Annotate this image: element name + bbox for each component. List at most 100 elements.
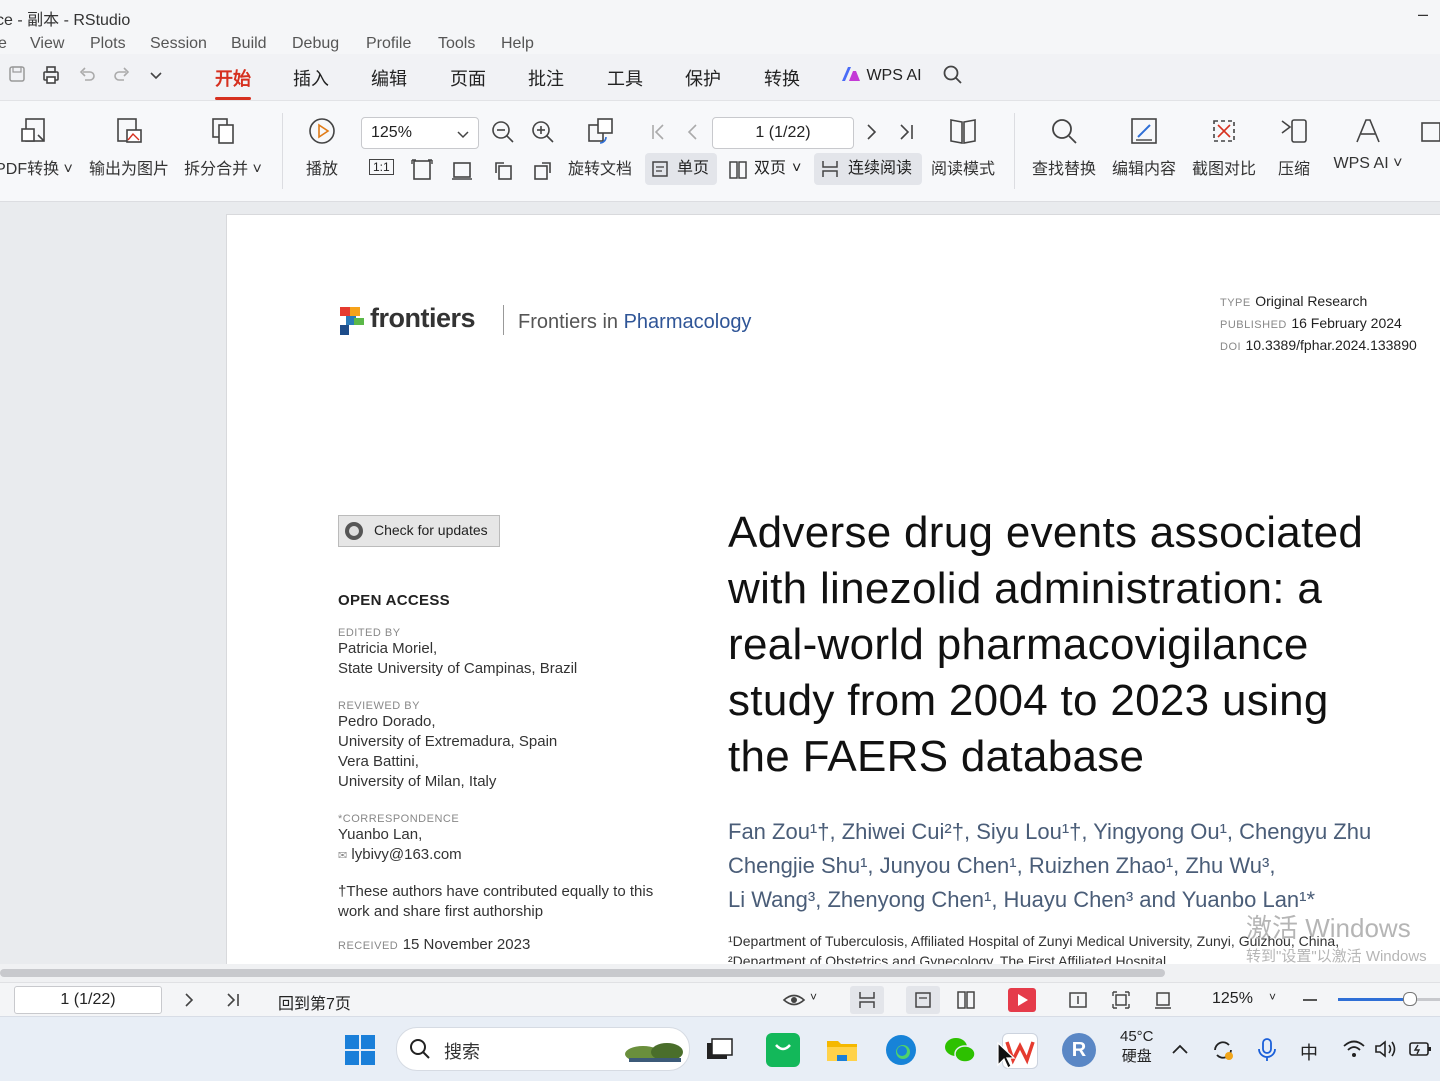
status-zoom-value[interactable]: 125% xyxy=(1212,990,1253,1008)
split-merge-button[interactable]: 拆分合并 ˅ xyxy=(182,115,264,179)
tab-annotate[interactable]: 批注 xyxy=(528,65,564,91)
double-page-label: 双页 xyxy=(754,160,787,177)
temperature-value: 45°C xyxy=(1120,1028,1154,1045)
save-icon[interactable] xyxy=(4,64,30,90)
tab-insert[interactable]: 插入 xyxy=(293,65,329,91)
zoom-in-icon[interactable] xyxy=(530,119,556,145)
correspondence-email[interactable]: lybivy@163.com xyxy=(351,846,461,863)
tab-convert[interactable]: 转换 xyxy=(764,65,800,91)
fit-width-small-icon[interactable] xyxy=(1153,990,1173,1010)
continuous-read-toggle[interactable]: 连续阅读 xyxy=(814,153,922,185)
edge-browser-icon[interactable] xyxy=(884,1033,918,1067)
editor-info: EDITED BY Patricia Moriel, State Univers… xyxy=(338,627,678,679)
cpu-temperature-widget[interactable]: 45°C 硬盘 xyxy=(1120,1027,1154,1067)
single-page-toggle[interactable]: 单页 xyxy=(645,153,717,185)
wifi-icon[interactable] xyxy=(1342,1039,1366,1059)
redo-icon[interactable] xyxy=(109,64,135,90)
fit-page-icon[interactable] xyxy=(409,157,435,183)
scrollbar-thumb[interactable] xyxy=(0,969,1165,977)
tab-tools[interactable]: 工具 xyxy=(607,65,643,91)
zoom-minus-icon[interactable] xyxy=(1300,991,1320,1009)
document-viewport[interactable]: frontiers Frontiers in Pharmacology TYPE… xyxy=(0,202,1440,964)
taskbar-search-box[interactable]: 搜索 xyxy=(396,1027,690,1071)
app-green-icon[interactable] xyxy=(766,1033,800,1067)
double-page-toggle[interactable]: 双页 ˅ xyxy=(724,153,808,185)
menu-profile[interactable]: Profile xyxy=(366,35,411,53)
play-slideshow-button[interactable] xyxy=(1008,988,1036,1012)
menu-view[interactable]: View xyxy=(30,35,64,53)
rotate-right-icon[interactable] xyxy=(530,157,556,183)
rotate-document-button[interactable]: 旋转文档 xyxy=(564,115,636,179)
status-single-page-toggle[interactable] xyxy=(906,986,940,1014)
check-for-updates-badge[interactable]: Check for updates xyxy=(338,515,500,547)
eye-icon[interactable] xyxy=(782,990,806,1010)
wechat-icon[interactable] xyxy=(943,1033,977,1067)
fit-width-icon[interactable] xyxy=(449,157,475,183)
menu-tools[interactable]: Tools xyxy=(438,35,475,53)
minimize-button[interactable]: – xyxy=(1418,4,1428,25)
battery-icon[interactable] xyxy=(1406,1039,1434,1059)
previous-page-icon[interactable] xyxy=(680,119,706,145)
play-icon xyxy=(309,118,335,144)
tab-home[interactable]: 开始 xyxy=(215,65,251,100)
edit-content-button[interactable]: 编辑内容 xyxy=(1108,115,1180,179)
ribbon-toolbar: PDF转换 ˅ 输出为图片 拆分合并 ˅ 播放 125% 1:1 旋转文档 1 … xyxy=(0,101,1440,202)
rotate-left-icon[interactable] xyxy=(490,157,516,183)
export-image-button[interactable]: 输出为图片 xyxy=(86,115,172,179)
menu-session[interactable]: Session xyxy=(150,35,207,53)
zoom-slider-handle[interactable] xyxy=(1403,992,1417,1006)
fit-page-small-icon[interactable] xyxy=(1111,990,1131,1010)
status-page-input[interactable]: 1 (1/22) xyxy=(14,986,162,1014)
back-to-page-link[interactable]: 回到第7页 xyxy=(278,990,351,1014)
translate-icon[interactable] xyxy=(1420,119,1440,145)
rotate-document-label: 旋转文档 xyxy=(567,161,632,178)
menu-help[interactable]: Help xyxy=(501,35,534,53)
double-page-small-icon[interactable] xyxy=(956,990,976,1010)
tab-wps-ai[interactable]: WPS AI xyxy=(840,65,922,85)
input-method-indicator[interactable]: 中 xyxy=(1300,1039,1318,1065)
sync-icon[interactable] xyxy=(1210,1037,1236,1063)
status-continuous-toggle[interactable] xyxy=(850,986,884,1014)
tab-page[interactable]: 页面 xyxy=(450,65,486,91)
rstudio-icon[interactable]: R xyxy=(1062,1033,1096,1067)
windows-start-icon[interactable] xyxy=(343,1033,377,1067)
menu-build[interactable]: Build xyxy=(231,35,267,53)
page-number-input[interactable]: 1 (1/22) xyxy=(712,117,854,149)
find-replace-button[interactable]: 查找替换 xyxy=(1028,115,1100,179)
read-mode-button[interactable]: 阅读模式 xyxy=(928,115,998,179)
menu-debug[interactable]: Debug xyxy=(292,35,339,53)
zoom-select[interactable]: 125% xyxy=(361,117,479,149)
zoom-out-icon[interactable] xyxy=(490,119,516,145)
compress-button[interactable]: 压缩 xyxy=(1270,115,1318,179)
status-next-page-icon[interactable] xyxy=(180,991,198,1009)
microphone-icon[interactable] xyxy=(1256,1037,1278,1063)
undo-icon[interactable] xyxy=(74,64,100,90)
last-page-icon[interactable] xyxy=(893,119,919,145)
actual-size-icon[interactable] xyxy=(1068,990,1088,1010)
screenshot-compare-button[interactable]: 截图对比 xyxy=(1188,115,1260,179)
quick-access-dropdown-icon[interactable] xyxy=(143,64,169,90)
menu-plots[interactable]: Plots xyxy=(90,35,126,53)
title-line: Adverse drug events associated xyxy=(728,508,1364,557)
wps-ai-button[interactable]: WPS AI ˅ xyxy=(1328,115,1408,173)
next-page-icon[interactable] xyxy=(858,119,884,145)
eye-dropdown-icon[interactable]: ˅ xyxy=(810,990,817,1004)
doi-value[interactable]: 10.3389/fphar.2024.133890 xyxy=(1246,337,1417,353)
tab-edit[interactable]: 编辑 xyxy=(371,65,407,91)
task-view-icon[interactable] xyxy=(702,1033,736,1067)
first-page-icon[interactable] xyxy=(645,119,671,145)
horizontal-scrollbar[interactable] xyxy=(0,964,1440,982)
play-button[interactable]: 播放 xyxy=(300,115,344,179)
title-line: the FAERS database xyxy=(728,732,1145,781)
status-last-page-icon[interactable] xyxy=(224,991,242,1009)
menu-file[interactable]: e xyxy=(0,35,7,53)
file-explorer-icon[interactable] xyxy=(825,1033,859,1067)
search-icon[interactable] xyxy=(940,64,966,90)
print-icon[interactable] xyxy=(38,64,64,90)
pdf-convert-button[interactable]: PDF转换 ˅ xyxy=(0,115,74,179)
actual-size-button[interactable]: 1:1 xyxy=(369,159,394,175)
zoom-dropdown-icon[interactable]: ˅ xyxy=(1269,990,1276,1004)
chevron-up-icon[interactable] xyxy=(1170,1041,1190,1057)
volume-icon[interactable] xyxy=(1374,1039,1398,1059)
tab-protect[interactable]: 保护 xyxy=(685,65,721,91)
